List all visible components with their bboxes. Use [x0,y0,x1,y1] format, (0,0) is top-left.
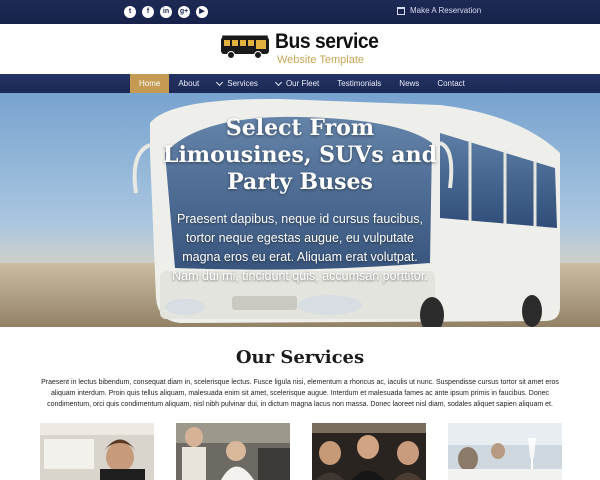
services-text: Praesent in lectus bibendum, consequat d… [41,379,559,408]
nav-label: Contact [437,79,465,88]
googleplus-icon[interactable]: g+ [178,6,190,18]
calendar-icon [397,6,405,15]
nav-item-contact[interactable]: Contact [428,74,474,93]
logo-title[interactable]: Bus service [275,30,379,54]
hero-banner: Select From Limousines, SUVs and Party B… [0,93,600,327]
hero-title: Select From Limousines, SUVs and Party B… [162,115,438,195]
nav-label: About [178,79,200,88]
nav-label: News [399,79,420,88]
nav-item-testimonials[interactable]: Testimonials [328,74,390,93]
nav-label: Home [139,79,161,88]
services-heading: Our Services [235,347,365,368]
nav-item-home[interactable]: Home [130,74,170,93]
logo-subtitle: Website Template [277,54,365,66]
nav-item-services[interactable]: Services [208,74,267,93]
hero-text: Praesent dapibus, neque id cursus faucib… [172,212,428,283]
reservation-label: Make A Reservation [410,6,482,15]
nav-label: Testimonials [337,79,382,88]
service-image-wedding[interactable] [176,423,290,480]
twitter-icon[interactable]: t [124,6,136,18]
linkedin-icon[interactable]: in [160,6,172,18]
service-image-dining[interactable] [448,423,562,480]
facebook-icon[interactable]: f [142,6,154,18]
service-image-party[interactable] [312,423,426,480]
bus-logo-icon[interactable] [220,34,270,60]
service-thumbnails [40,423,562,480]
service-image-limo-interior[interactable] [40,423,154,480]
chevron-down-icon [274,78,282,86]
social-links: t f in g+ ▶ [124,6,208,18]
youtube-icon[interactable]: ▶ [196,6,208,18]
nav-label: Our Fleet [285,79,320,88]
chevron-down-icon [216,78,224,86]
nav-item-our-fleet[interactable]: Our Fleet [267,74,328,93]
nav-label: Services [227,79,258,88]
main-nav: Home About Services Our Fleet Testimonia… [0,74,600,93]
top-bar: t f in g+ ▶ Make A Reservation [0,0,600,24]
site-header: Bus service Website Template [0,24,600,74]
nav-item-about[interactable]: About [169,74,208,93]
make-reservation-link[interactable]: Make A Reservation [397,6,481,15]
nav-item-news[interactable]: News [390,74,428,93]
